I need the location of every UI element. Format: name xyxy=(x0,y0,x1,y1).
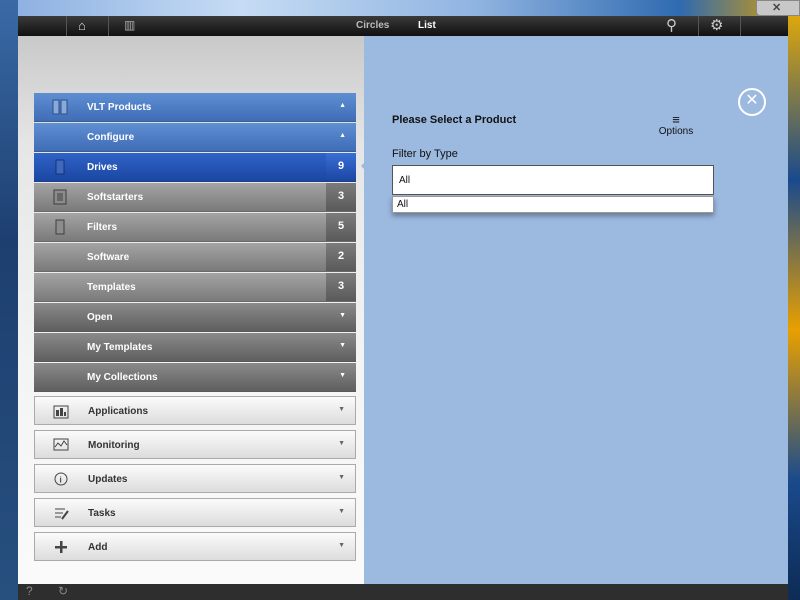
sidebar-item-label: Templates xyxy=(87,282,136,293)
close-panel-button[interactable]: ✕ xyxy=(738,88,766,116)
chevron-down-icon: ▼ xyxy=(339,372,346,379)
history-icon[interactable]: ↻ xyxy=(58,584,68,598)
chevron-down-icon: ▼ xyxy=(338,474,345,481)
search-icon[interactable]: ⚲ xyxy=(666,16,677,34)
desktop-background-right xyxy=(788,0,800,600)
bottom-toolbar: ? ↻ xyxy=(18,584,788,600)
sidebar-item-label: My Collections xyxy=(87,372,158,383)
chevron-down-icon: ▼ xyxy=(339,312,346,319)
sidebar-section-applications[interactable]: Applications ▼ xyxy=(34,396,356,425)
tab-circles[interactable]: Circles xyxy=(356,20,389,31)
sidebar-item-configure[interactable]: Configure ▲ xyxy=(34,123,356,152)
sidebar-header-vlt-products[interactable]: VLT Products ▲ xyxy=(34,93,356,122)
filter-icon xyxy=(52,219,68,235)
sidebar-item-label: Drives xyxy=(87,162,118,173)
options-button[interactable]: ≡ Options xyxy=(646,112,706,137)
updates-icon: i xyxy=(53,471,69,487)
sidebar-item-filters[interactable]: Filters 5 xyxy=(34,213,356,242)
sidebar-item-label: Configure xyxy=(87,132,135,143)
filter-option-all[interactable]: All xyxy=(392,196,714,213)
sidebar-item-label: My Templates xyxy=(87,342,153,353)
sidebar-section-add[interactable]: Add ▼ xyxy=(34,532,356,561)
sidebar-item-software[interactable]: Software 2 xyxy=(34,243,356,272)
product-selection-panel: ✕ Please Select a Product ≡ Options Filt… xyxy=(364,36,788,584)
menu-icon: ≡ xyxy=(672,112,680,127)
chevron-up-icon: ▲ xyxy=(339,132,346,139)
sidebar-item-softstarters[interactable]: Softstarters 3 xyxy=(34,183,356,212)
sidebar-item-my-collections[interactable]: My Collections ▼ xyxy=(34,363,356,392)
page-title: Please Select a Product xyxy=(392,114,517,126)
sidebar-item-drives[interactable]: Drives 9 xyxy=(34,153,356,182)
sidebar-section-monitoring[interactable]: Monitoring ▼ xyxy=(34,430,356,459)
divider xyxy=(108,16,109,36)
divider xyxy=(698,16,699,36)
divider xyxy=(740,16,741,36)
drive-product-icon xyxy=(52,99,68,115)
navigation-panel: VLT Products ▲ Configure ▲ Drives 9 Soft… xyxy=(18,36,364,584)
item-count-badge: 2 xyxy=(326,243,356,271)
close-icon: ✕ xyxy=(745,92,759,109)
chevron-down-icon: ▼ xyxy=(339,342,346,349)
divider xyxy=(66,16,67,36)
desktop-background-top xyxy=(0,0,800,16)
filter-type-select[interactable]: All xyxy=(392,165,714,195)
sidebar-section-label: Add xyxy=(88,542,108,553)
tab-list[interactable]: List xyxy=(418,20,436,31)
home-icon[interactable]: ⌂ xyxy=(78,18,86,33)
chevron-down-icon: ▼ xyxy=(338,508,345,515)
sidebar-item-label: Filters xyxy=(87,222,118,233)
sidebar-section-updates[interactable]: i Updates ▼ xyxy=(34,464,356,493)
app-window: ⌂ ▥ Circles List ⚲ ⚙ VLT Products ▲ Conf… xyxy=(18,16,788,600)
selection-pointer xyxy=(361,152,375,180)
close-icon: ✕ xyxy=(772,2,782,14)
sidebar-section-label: Updates xyxy=(88,474,128,485)
top-toolbar: ⌂ ▥ Circles List ⚲ ⚙ xyxy=(18,16,788,36)
help-icon[interactable]: ? xyxy=(26,584,33,598)
chevron-down-icon: ▼ xyxy=(338,440,345,447)
options-label: Options xyxy=(658,126,694,137)
sidebar-item-label: Open xyxy=(87,312,113,323)
sidebar-item-open[interactable]: Open ▼ xyxy=(34,303,356,332)
item-count-badge: 3 xyxy=(326,183,356,211)
item-count-badge: 9 xyxy=(326,153,356,181)
sidebar-section-label: Applications xyxy=(88,406,149,417)
item-count-badge: 3 xyxy=(326,273,356,301)
monitoring-icon xyxy=(53,437,69,453)
desktop-background-left xyxy=(0,0,18,600)
item-count-badge: 5 xyxy=(326,213,356,241)
tasks-icon xyxy=(53,505,69,521)
svg-text:i: i xyxy=(60,476,62,485)
softstarter-icon xyxy=(52,189,68,205)
applications-icon xyxy=(53,403,69,419)
grid-icon[interactable]: ▥ xyxy=(124,18,135,32)
window-close-button[interactable]: ✕ xyxy=(756,0,800,16)
drive-icon xyxy=(52,159,68,175)
sidebar-section-tasks[interactable]: Tasks ▼ xyxy=(34,498,356,527)
chevron-down-icon: ▼ xyxy=(338,406,345,413)
sidebar-section-label: Tasks xyxy=(88,508,116,519)
sidebar-item-templates[interactable]: Templates 3 xyxy=(34,273,356,302)
plus-icon xyxy=(53,539,69,555)
sidebar-header-label: VLT Products xyxy=(87,102,152,113)
chevron-down-icon: ▼ xyxy=(338,542,345,549)
chevron-up-icon: ▲ xyxy=(339,102,346,109)
filter-by-type-label: Filter by Type xyxy=(392,148,458,160)
sidebar-item-label: Softstarters xyxy=(87,192,144,203)
sidebar-item-label: Software xyxy=(87,252,130,263)
sidebar-item-my-templates[interactable]: My Templates ▼ xyxy=(34,333,356,362)
sidebar-section-label: Monitoring xyxy=(88,440,140,451)
gear-icon[interactable]: ⚙ xyxy=(710,16,723,34)
